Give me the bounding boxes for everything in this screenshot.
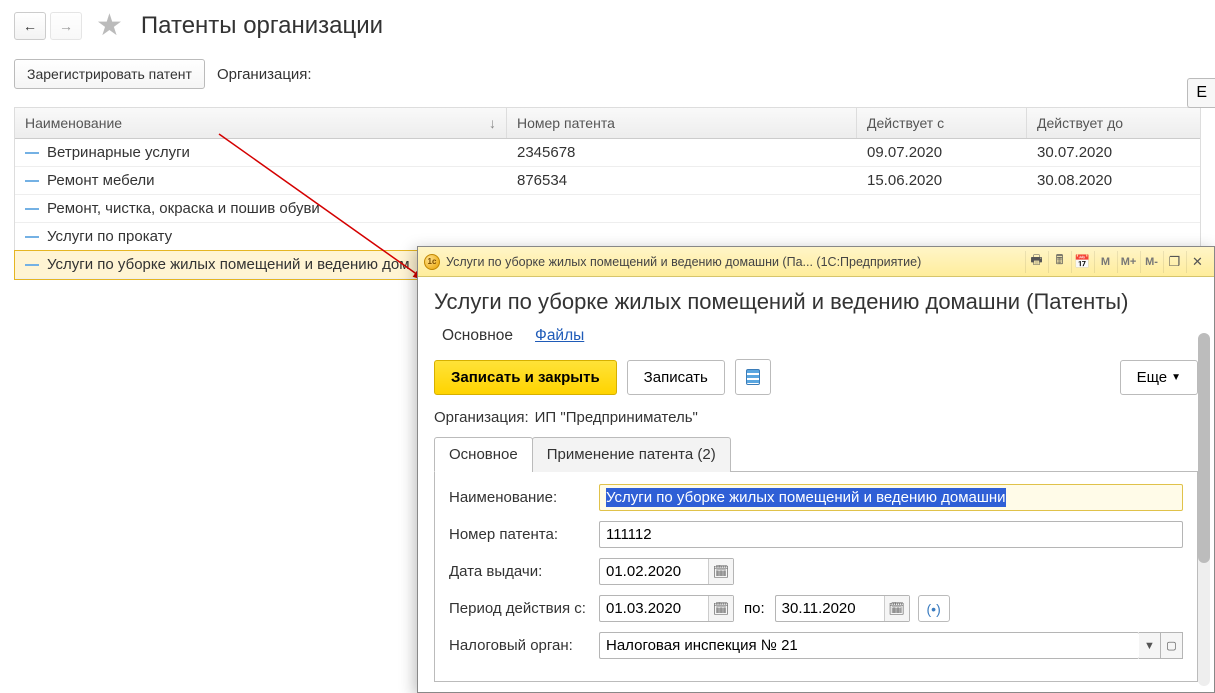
more-button-top[interactable]: Е <box>1187 78 1215 108</box>
dropdown-icon[interactable]: ▼ <box>1139 632 1161 659</box>
column-header-from[interactable]: Действует с <box>857 108 1027 138</box>
period-to-label: по: <box>744 600 765 617</box>
favorite-star-icon[interactable]: ★ <box>96 8 123 43</box>
app-logo-icon: 1c <box>424 254 440 270</box>
number-input[interactable] <box>599 521 1183 548</box>
register-patent-button[interactable]: Зарегистрировать патент <box>14 59 205 89</box>
sort-indicator-icon: ↓ <box>489 115 496 131</box>
save-and-close-button[interactable]: Записать и закрыть <box>434 360 617 395</box>
structure-button[interactable] <box>735 359 771 395</box>
tax-label: Налоговый орган: <box>449 637 599 654</box>
arrow-right-icon: → <box>59 18 73 34</box>
tab-apply[interactable]: Применение патента (2) <box>532 437 731 472</box>
number-label: Номер патента: <box>449 526 599 543</box>
more-button[interactable]: Еще ▼ <box>1120 360 1198 395</box>
tab-main[interactable]: Основное <box>434 437 533 472</box>
item-icon <box>25 208 39 210</box>
m-button[interactable]: M <box>1094 251 1116 273</box>
tab-files-link[interactable]: Файлы <box>535 327 584 345</box>
item-icon <box>25 264 39 266</box>
m-minus-button[interactable]: M- <box>1140 251 1162 273</box>
table-row[interactable]: Ремонт мебели 876534 15.06.2020 30.08.20… <box>15 167 1200 195</box>
m-plus-button[interactable]: M+ <box>1117 251 1139 273</box>
period-label: Период действия с: <box>449 600 599 617</box>
column-header-number[interactable]: Номер патента <box>507 108 857 138</box>
page-title: Патенты организации <box>141 12 383 40</box>
save-button[interactable]: Записать <box>627 360 725 395</box>
calendar-icon[interactable]: 📅 <box>1071 251 1093 273</box>
close-icon[interactable]: ✕ <box>1186 251 1208 273</box>
nav-back-button[interactable]: ← <box>14 12 46 40</box>
table-row[interactable]: Ремонт, чистка, окраска и пошив обуви <box>15 195 1200 223</box>
arrow-left-icon: ← <box>23 18 37 34</box>
window-title: Услуги по уборке жилых помещений и веден… <box>446 255 921 269</box>
nav-forward-button[interactable]: → <box>50 12 82 40</box>
open-ref-icon[interactable]: ▢ <box>1161 632 1183 659</box>
period-helper-button[interactable]: (•) <box>918 595 950 622</box>
form-title: Услуги по уборке жилых помещений и веден… <box>434 289 1198 315</box>
table-row[interactable]: Ветринарные услуги 2345678 09.07.2020 30… <box>15 139 1200 167</box>
scrollbar-thumb[interactable] <box>1198 333 1210 563</box>
scrollbar[interactable] <box>1198 333 1210 686</box>
item-icon <box>25 152 39 154</box>
org-value: ИП "Предприниматель" <box>535 409 698 426</box>
patent-form-window: 1c Услуги по уборке жилых помещений и ве… <box>417 246 1215 693</box>
item-icon <box>25 236 39 238</box>
restore-icon[interactable]: ❐ <box>1163 251 1185 273</box>
date-label: Дата выдачи: <box>449 563 599 580</box>
window-titlebar[interactable]: 1c Услуги по уборке жилых помещений и ве… <box>418 247 1214 277</box>
tab-main-link[interactable]: Основное <box>442 327 513 345</box>
name-input[interactable]: Услуги по уборке жилых помещений и веден… <box>599 484 1183 511</box>
item-icon <box>25 180 39 182</box>
column-header-name[interactable]: Наименование ↓ <box>15 108 507 138</box>
org-label: Организация: <box>434 409 529 426</box>
calendar-picker-icon[interactable]: 🗓 <box>708 596 733 621</box>
column-header-to[interactable]: Действует до <box>1027 108 1200 138</box>
chevron-down-icon: ▼ <box>1171 372 1181 383</box>
name-label: Наименование: <box>449 489 599 506</box>
calendar-picker-icon[interactable]: 🗓 <box>708 559 733 584</box>
calc-icon[interactable]: 🖩 <box>1048 251 1070 273</box>
print-icon[interactable]: 🖶 <box>1025 251 1047 273</box>
calendar-picker-icon[interactable]: 🗓 <box>884 596 909 621</box>
organization-label: Организация: <box>217 66 312 83</box>
tax-authority-input[interactable] <box>599 632 1139 659</box>
structure-icon <box>746 369 760 385</box>
